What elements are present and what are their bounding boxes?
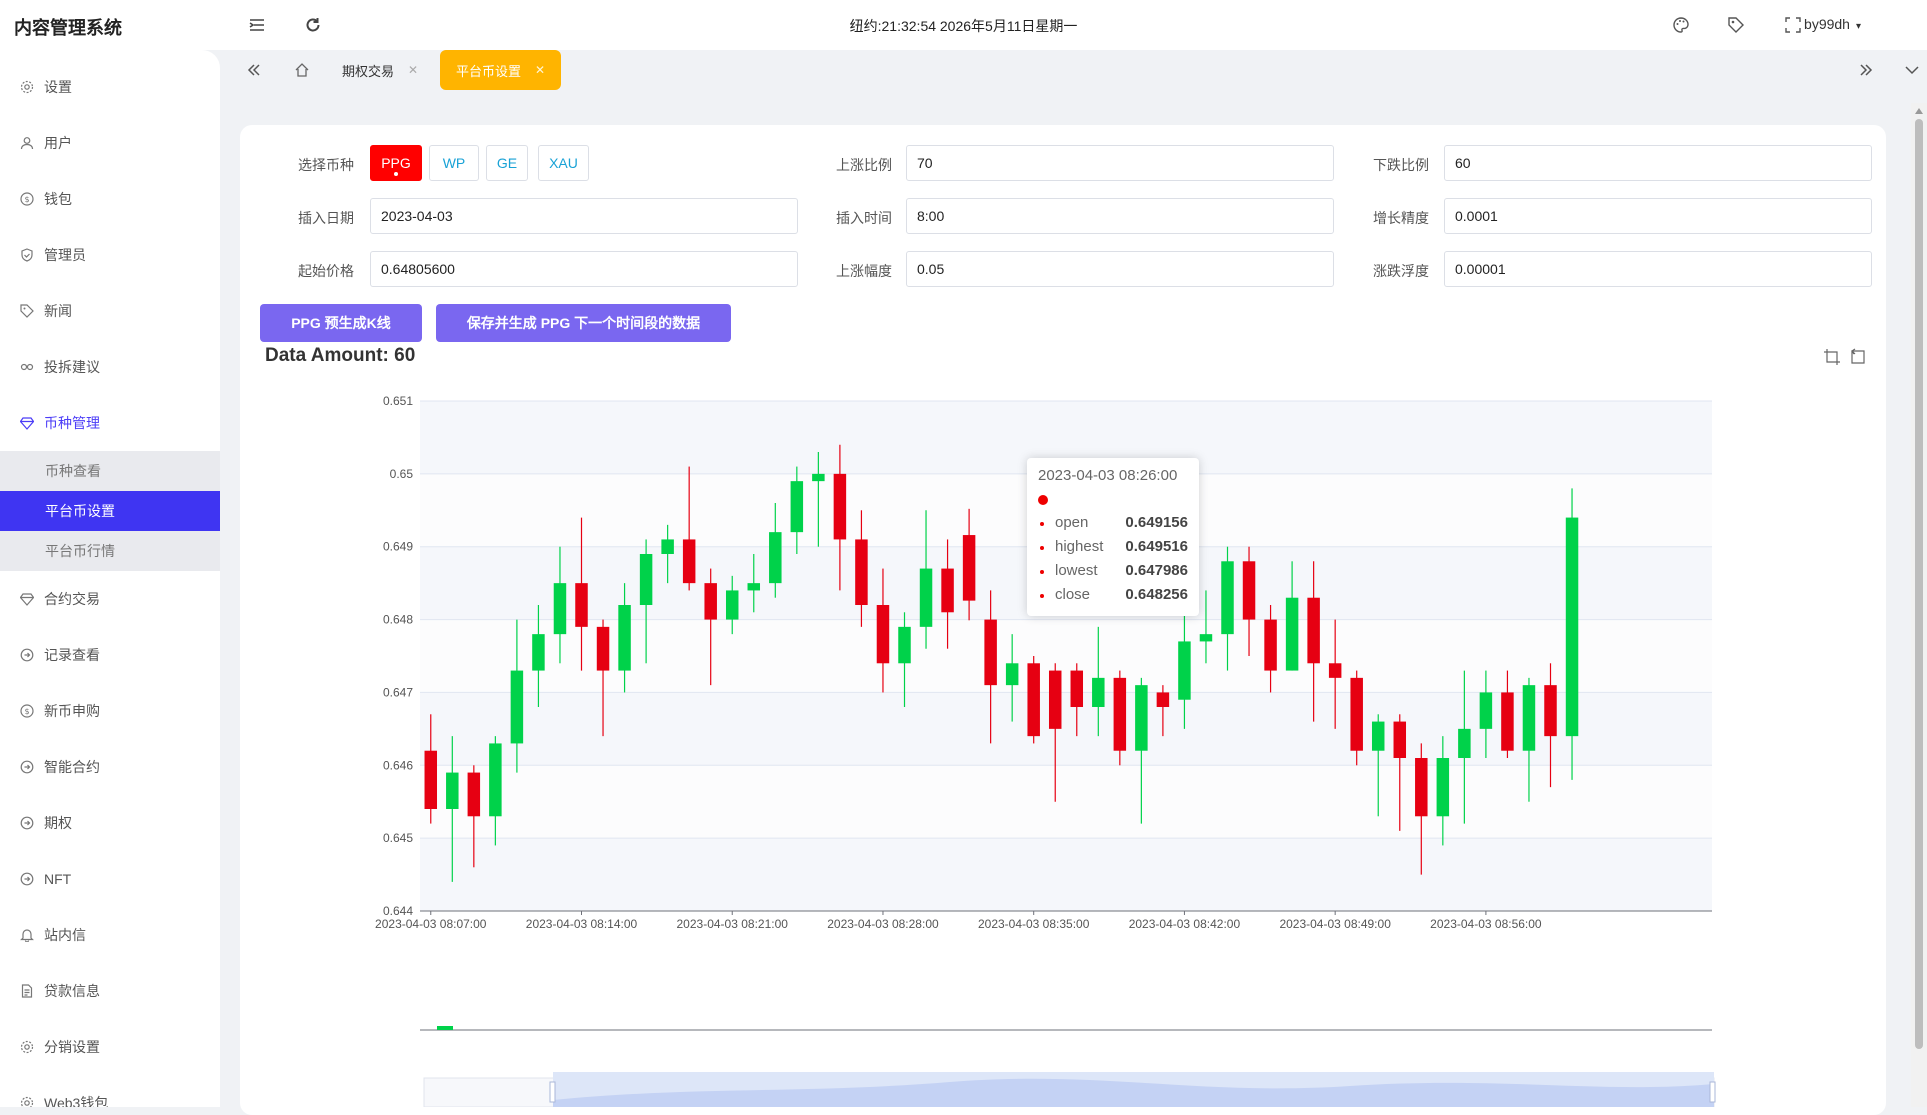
candlestick-chart[interactable]: 0.644 0.645 0.646 0.647 0.648 0.649 0.65 0.651 2… bbox=[0, 0, 1927, 1107]
tooltip-row: close 0.648256 bbox=[1038, 586, 1188, 606]
y-tick-label: 0.648 bbox=[383, 613, 413, 627]
tooltip-value: 0.649516 bbox=[1125, 538, 1188, 555]
volume-bar bbox=[437, 1026, 453, 1030]
tooltip-key: highest bbox=[1055, 538, 1104, 555]
x-tick-label: 2023-04-03 08:07:00 bbox=[375, 917, 487, 931]
candle-body bbox=[1522, 685, 1536, 751]
candle-body bbox=[467, 772, 481, 817]
tooltip-row: highest 0.649516 bbox=[1038, 538, 1188, 558]
x-tick-label: 2023-04-03 08:35:00 bbox=[978, 917, 1090, 931]
candle-body bbox=[704, 583, 717, 620]
candle-body bbox=[489, 743, 502, 817]
candle-body bbox=[424, 750, 438, 809]
candle-body bbox=[1565, 517, 1579, 737]
candle-body bbox=[1544, 685, 1557, 737]
y-tick-label: 0.645 bbox=[383, 831, 413, 845]
candle-body bbox=[833, 473, 847, 540]
candle-body bbox=[553, 583, 567, 635]
candle-body bbox=[1178, 641, 1191, 700]
tooltip-key: close bbox=[1055, 586, 1091, 603]
tooltip-value: 0.648256 bbox=[1125, 586, 1188, 603]
candle-body bbox=[962, 535, 976, 601]
y-tick-label: 0.65 bbox=[390, 467, 414, 481]
candle-body bbox=[1070, 670, 1084, 707]
candle-body bbox=[1199, 634, 1213, 642]
tooltip-row: lowest 0.647986 bbox=[1038, 562, 1188, 582]
candle-body bbox=[725, 590, 739, 620]
tooltip-key: open bbox=[1055, 514, 1089, 531]
candle-body bbox=[1393, 721, 1407, 758]
x-tick-label: 2023-04-03 08:14:00 bbox=[526, 917, 638, 931]
x-tick-label: 2023-04-03 08:49:00 bbox=[1279, 917, 1391, 931]
candle-body bbox=[1458, 728, 1471, 758]
candle-body bbox=[812, 473, 825, 482]
candle-body bbox=[1005, 663, 1019, 686]
y-tick-label: 0.649 bbox=[383, 540, 413, 554]
candle-body bbox=[769, 532, 782, 584]
candle-body bbox=[876, 605, 890, 664]
candle-body bbox=[1285, 597, 1299, 671]
chart-tooltip: 2023-04-03 08:26:00 open 0.649156 highest… bbox=[1027, 458, 1199, 616]
candle-body bbox=[661, 539, 674, 554]
candle-body bbox=[575, 583, 588, 627]
candle-body bbox=[1048, 670, 1062, 729]
candle-body bbox=[618, 605, 631, 671]
grid-band bbox=[420, 619, 1712, 693]
candle-body bbox=[855, 539, 868, 605]
grid-band bbox=[420, 765, 1712, 839]
grid-band bbox=[420, 838, 1712, 911]
x-tick-label: 2023-04-03 08:21:00 bbox=[677, 917, 789, 931]
tooltip-value: 0.649156 bbox=[1125, 514, 1188, 531]
scroll-up-icon[interactable] bbox=[1915, 108, 1923, 114]
candle-body bbox=[941, 568, 954, 613]
candle-body bbox=[1436, 758, 1450, 817]
candle-body bbox=[1328, 663, 1342, 678]
candle-body bbox=[919, 568, 933, 627]
y-tick-label: 0.651 bbox=[383, 394, 413, 408]
candle-body bbox=[1264, 619, 1277, 671]
tooltip-marker bbox=[1038, 495, 1048, 505]
x-tick-label: 2023-04-03 08:56:00 bbox=[1430, 917, 1542, 931]
candle-body bbox=[898, 626, 911, 664]
candle-body bbox=[532, 634, 545, 671]
candle-body bbox=[639, 554, 653, 605]
candle-body bbox=[1501, 692, 1514, 751]
candle-body bbox=[510, 670, 524, 744]
tooltip-value: 0.647986 bbox=[1125, 562, 1188, 579]
candle-body bbox=[1113, 677, 1127, 751]
x-tick-label: 2023-04-03 08:42:00 bbox=[1129, 917, 1241, 931]
page-scrollbar[interactable] bbox=[1911, 103, 1927, 1107]
datazoom-handle-left bbox=[549, 1081, 556, 1103]
candle-body bbox=[1221, 561, 1234, 635]
candle-body bbox=[682, 539, 696, 584]
candle-body bbox=[1307, 597, 1320, 664]
candle-body bbox=[790, 481, 804, 533]
candle-body bbox=[446, 772, 459, 809]
candle-body bbox=[596, 626, 610, 671]
x-tick-label: 2023-04-03 08:28:00 bbox=[827, 917, 939, 931]
y-tick-label: 0.647 bbox=[383, 685, 413, 699]
candle-body bbox=[984, 619, 997, 686]
candle-body bbox=[1027, 663, 1040, 737]
candle-body bbox=[1415, 758, 1428, 817]
candle-body bbox=[1156, 692, 1170, 707]
candle-body bbox=[1242, 561, 1256, 620]
candle-body bbox=[1092, 677, 1105, 707]
candle-body bbox=[1479, 692, 1493, 729]
scrollbar-thumb[interactable] bbox=[1915, 119, 1923, 1049]
y-tick-label: 0.644 bbox=[383, 904, 413, 918]
candle-body bbox=[747, 583, 761, 591]
datazoom-handle-right bbox=[1709, 1081, 1716, 1103]
candle-body bbox=[1135, 685, 1148, 751]
y-tick-label: 0.646 bbox=[383, 758, 413, 772]
tooltip-title: 2023-04-03 08:26:00 bbox=[1038, 467, 1178, 484]
candle-body bbox=[1371, 721, 1385, 751]
tooltip-row: open 0.649156 bbox=[1038, 514, 1188, 534]
candle-body bbox=[1350, 677, 1363, 751]
tooltip-key: lowest bbox=[1055, 562, 1098, 579]
grid-band bbox=[420, 692, 1712, 766]
